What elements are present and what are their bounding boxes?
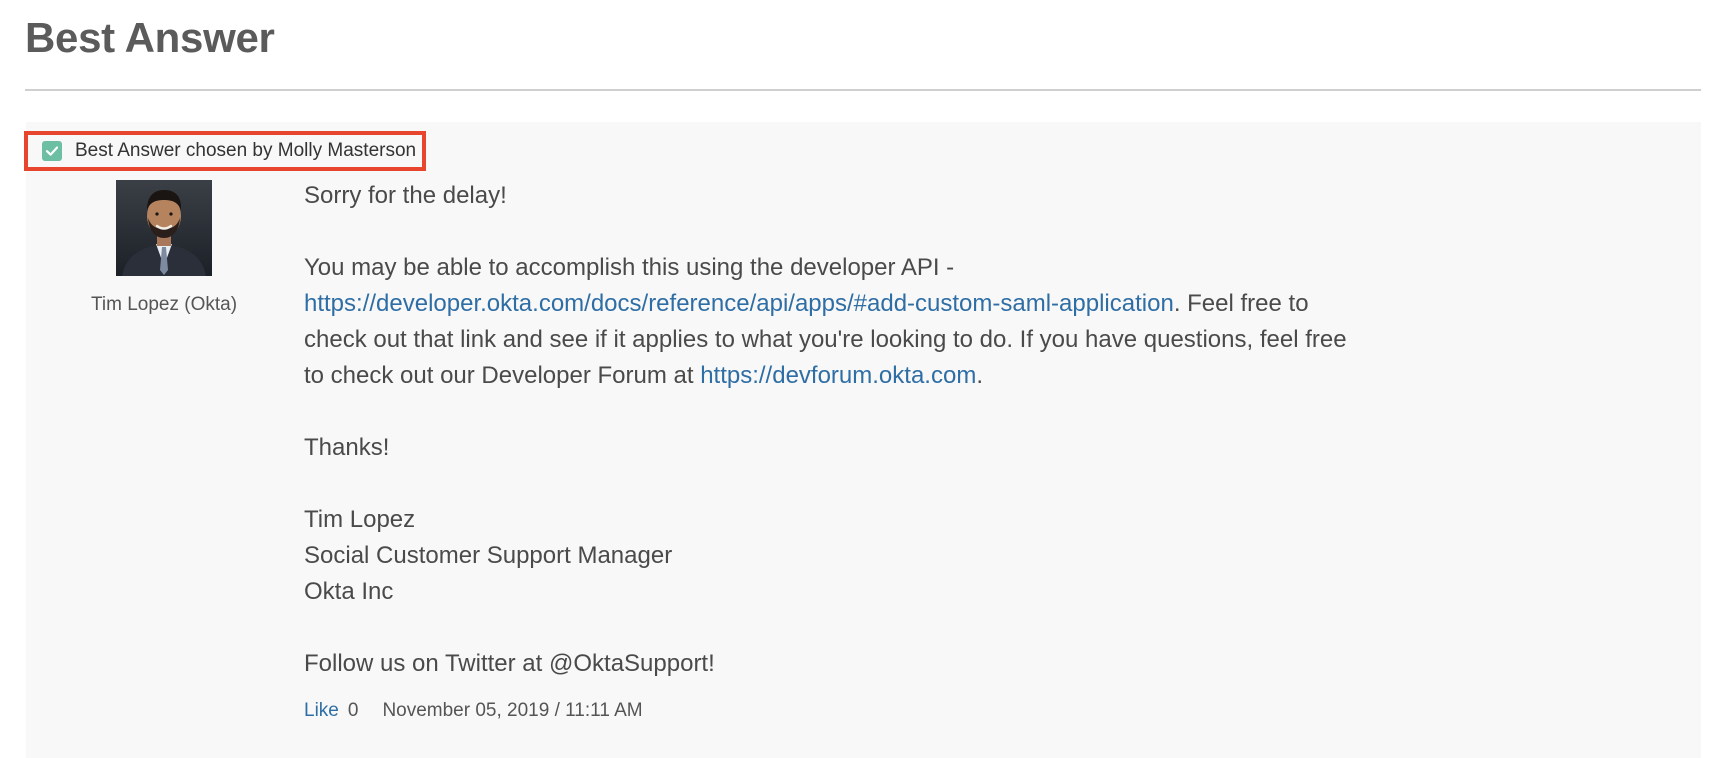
post-greeting: Sorry for the delay! bbox=[304, 182, 507, 209]
section-title: Best Answer bbox=[25, 14, 275, 61]
author-avatar[interactable] bbox=[116, 180, 212, 276]
signature-company: Okta Inc bbox=[304, 578, 394, 605]
signature-name: Tim Lopez bbox=[304, 506, 416, 533]
title-divider bbox=[25, 89, 1701, 91]
signature-role: Social Customer Support Manager bbox=[304, 542, 673, 569]
developer-api-link[interactable]: https://developer.okta.com/docs/referenc… bbox=[304, 290, 1174, 317]
devforum-link[interactable]: https://devforum.okta.com bbox=[700, 362, 976, 389]
post-timestamp: November 05, 2019 / 11:11 AM bbox=[382, 700, 643, 721]
like-count: 0 bbox=[347, 700, 359, 721]
post-paragraph: You may be able to accomplish this using… bbox=[304, 250, 1364, 394]
post-signature: Tim Lopez Social Customer Support Manager… bbox=[304, 502, 1364, 610]
checkbox-checked-icon bbox=[42, 141, 62, 161]
post-text: You may be able to accomplish this using… bbox=[304, 254, 955, 281]
best-answer-badge: Best Answer chosen by Molly Masterson bbox=[24, 131, 426, 171]
post-follow: Follow us on Twitter at @OktaSupport! bbox=[304, 650, 715, 677]
post-thanks: Thanks! bbox=[304, 434, 390, 461]
best-answer-page: Best Answer Best Answer chosen by Molly … bbox=[0, 0, 1726, 758]
like-button[interactable]: Like bbox=[304, 700, 339, 722]
post-text: . bbox=[976, 362, 983, 389]
author-name[interactable]: Tim Lopez (Okta) bbox=[64, 294, 264, 316]
answer-body: Sorry for the delay! You may be able to … bbox=[304, 178, 1364, 718]
best-answer-chosen-text: Best Answer chosen by Molly Masterson bbox=[75, 140, 417, 161]
post-footer: Like 0 November 05, 2019 / 11:11 AM bbox=[304, 700, 643, 722]
